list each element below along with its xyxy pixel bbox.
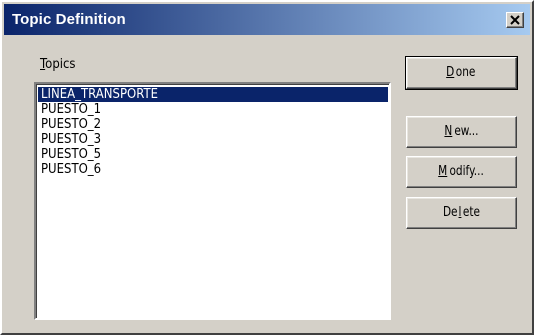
list-item-label: LINEA_TRANSPORTE	[41, 87, 159, 102]
list-item[interactable]: PUESTO_5	[38, 147, 388, 162]
list-item[interactable]: LINEA_TRANSPORTE	[38, 87, 388, 102]
topic-definition-dialog: Topic Definition Topics LINEA_TRANSPORTE…	[0, 0, 534, 335]
new-mnemonic: N	[444, 124, 453, 139]
done-mnemonic: D	[446, 65, 455, 80]
done-button[interactable]: Done	[405, 56, 518, 90]
modify-label-rest: odify...	[449, 164, 484, 179]
close-x-icon	[510, 15, 520, 25]
list-item-label: PUESTO_1	[41, 102, 102, 117]
list-item-label: PUESTO_6	[41, 162, 102, 177]
delete-button[interactable]: Delete	[406, 197, 517, 229]
list-item-label: PUESTO_5	[41, 147, 102, 162]
new-label-rest: ew...	[453, 124, 478, 139]
modify-button[interactable]: Modify...	[406, 156, 517, 188]
list-item-label: PUESTO_2	[41, 117, 102, 132]
list-item[interactable]: PUESTO_6	[38, 162, 388, 177]
topics-label: Topics	[40, 57, 76, 72]
delete-label-rest: ete	[462, 205, 480, 220]
done-label-rest: one	[456, 65, 476, 80]
delete-label-pre: De	[443, 205, 458, 220]
list-item[interactable]: PUESTO_3	[38, 132, 388, 147]
list-item[interactable]: PUESTO_1	[38, 102, 388, 117]
topics-label-rest: opics	[45, 57, 76, 72]
list-item-label: PUESTO_3	[41, 132, 102, 147]
delete-mnemonic: l	[458, 205, 462, 220]
dialog-title: Topic Definition	[12, 11, 126, 28]
list-item[interactable]: PUESTO_2	[38, 117, 388, 132]
new-button[interactable]: New...	[406, 116, 517, 148]
topics-listbox[interactable]: LINEA_TRANSPORTE PUESTO_1 PUESTO_2 PUEST…	[34, 82, 391, 320]
modify-mnemonic: M	[437, 164, 447, 179]
title-bar[interactable]: Topic Definition	[4, 4, 530, 35]
close-button[interactable]	[506, 12, 524, 28]
